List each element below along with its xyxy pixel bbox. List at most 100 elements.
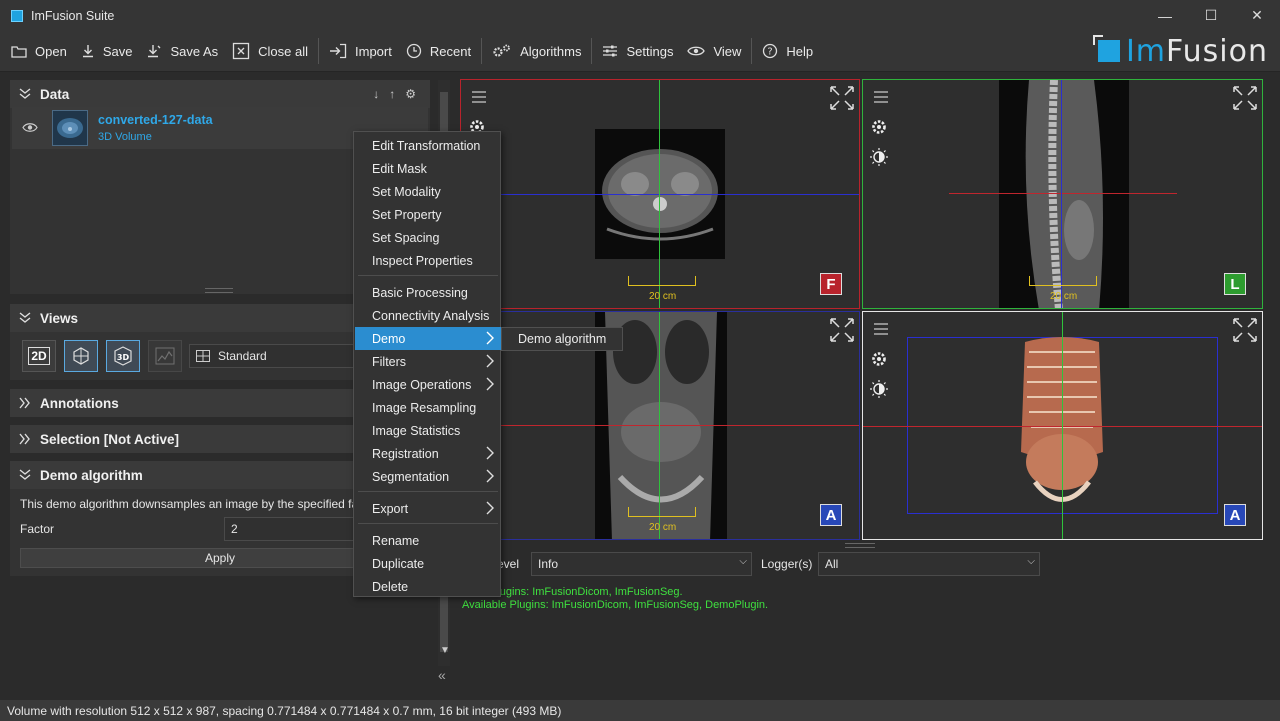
scale-bar [1029,276,1097,286]
view-mpr-button[interactable] [64,340,98,372]
view-label: View [713,43,742,59]
move-up-icon[interactable]: ↑ [389,87,395,101]
log-level-select[interactable]: Info ⌵ [531,552,752,576]
maximize-viewport-icon[interactable] [1232,317,1258,343]
logger-label: Logger(s) [761,557,813,571]
save-as-button[interactable]: Save As [139,33,225,69]
menu-item-filters[interactable]: Filters [355,350,501,373]
save-button[interactable]: Save [74,33,140,69]
settings-button[interactable]: Settings [595,33,680,69]
gears-icon [493,44,510,57]
maximize-viewport-icon[interactable] [829,85,855,111]
settings-label: Settings [626,43,674,59]
close-window-button[interactable]: ✕ [1234,0,1280,31]
crosshair-vertical [659,80,660,308]
help-icon: ? [763,43,778,59]
open-label: Open [35,43,67,59]
view-3d-button[interactable]: 3D [106,340,140,372]
menu-item-export[interactable]: Export [355,497,501,520]
main-toolbar: Open Save Save As Close all Import Recen… [0,31,1280,72]
menu-item-demo[interactable]: Demo [355,327,501,350]
visibility-eye-icon[interactable] [22,122,38,133]
orientation-marker: L [1224,273,1246,295]
chevron-right-icon [486,354,494,368]
logo-mark-icon [1092,35,1120,62]
menu-item-image-resampling[interactable]: Image Resampling [355,396,501,419]
menu-item-edit-transformation[interactable]: Edit Transformation [355,134,501,157]
crosshair-vertical [659,312,660,539]
gear-icon[interactable] [870,350,888,368]
logger-select[interactable]: All ⌵ [818,552,1040,576]
menu-item-inspect-properties[interactable]: Inspect Properties [355,249,501,272]
minimize-button[interactable]: — [1142,0,1188,31]
chevron-down-icon [10,88,40,100]
menu-item-set-modality[interactable]: Set Modality [355,180,501,203]
menu-item-image-operations[interactable]: Image Operations [355,373,501,396]
menu-item-segmentation[interactable]: Segmentation [355,465,501,488]
gear-icon[interactable]: ⚙ [405,87,416,101]
imfusion-logo: ImFusion [1092,33,1268,69]
view-plot-button[interactable] [148,340,182,372]
menu-item-basic-processing[interactable]: Basic Processing [355,281,501,304]
chart-icon [155,347,175,365]
svg-text:3D: 3D [117,353,130,362]
menu-item-edit-mask[interactable]: Edit Mask [355,157,501,180]
menu-icon[interactable] [873,90,889,104]
view-2d-button[interactable]: 2D [22,340,56,372]
scroll-down-icon[interactable]: ▼ [440,645,450,656]
save-as-icon [148,45,161,58]
menu-icon[interactable] [471,90,487,104]
menu-item-delete[interactable]: Delete [355,575,501,598]
maximize-viewport-icon[interactable] [1232,85,1258,111]
open-button[interactable]: Open [4,33,74,69]
3d-viewport[interactable]: A [862,311,1263,540]
view-button[interactable]: View [680,33,748,69]
save-as-label: Save As [170,43,219,59]
sliders-icon [603,45,618,57]
window-controls: — ☐ ✕ [1142,0,1280,31]
axial-viewport[interactable]: 20 cm F [460,79,860,309]
logo-text: ImFusion [1125,33,1268,69]
splitter-handle[interactable] [205,288,233,293]
data-panel-header[interactable]: Data ↓ ↑ ⚙ [10,80,430,108]
data-item-name: converted-127-data [98,113,213,127]
toolbar-separator [318,38,320,64]
menu-item-rename[interactable]: Rename [355,529,501,552]
log-line: Available Plugins: ImFusionDicom, ImFusi… [462,599,769,611]
data-panel-title: Data [40,86,70,102]
recent-button[interactable]: Recent [399,33,478,69]
collapse-left-icon[interactable]: « [438,667,446,683]
menu-item-set-spacing[interactable]: Set Spacing [355,226,501,249]
menu-icon[interactable] [873,322,889,336]
chevron-right-icon [486,501,494,515]
maximize-button[interactable]: ☐ [1188,0,1234,31]
import-button[interactable]: Import [322,33,399,69]
layout-select-value: Standard [218,349,267,363]
menu-item-image-statistics[interactable]: Image Statistics [355,419,501,442]
gear-icon[interactable] [870,118,888,136]
demo-submenu-item[interactable]: Demo algorithm [501,327,623,351]
log-line: Plugins: ImFusionDicom, ImFusionSeg. [490,586,683,598]
move-down-icon[interactable]: ↓ [373,87,379,101]
svg-text:?: ? [768,47,773,58]
orientation-marker: F [820,273,842,295]
contrast-icon[interactable] [869,147,889,167]
algorithms-button[interactable]: Algorithms [485,33,588,69]
close-all-button[interactable]: Close all [225,33,315,69]
menu-item-set-property[interactable]: Set Property [355,203,501,226]
scale-bar [628,507,696,517]
splitter-handle[interactable] [845,543,875,548]
sagittal-viewport[interactable]: 20 cm L [862,79,1263,309]
menu-separator [358,275,498,276]
crosshair-horizontal [949,193,1177,194]
menu-item-registration[interactable]: Registration [355,442,501,465]
contrast-icon[interactable] [869,379,889,399]
menu-item-duplicate[interactable]: Duplicate [355,552,501,575]
eye-icon [687,46,706,56]
title-bar: ImFusion Suite — ☐ ✕ [0,0,1280,31]
menu-item-connectivity-analysis[interactable]: Connectivity Analysis [355,304,501,327]
cube-3d-icon: 3D [114,346,132,366]
menu-separator [358,523,498,524]
maximize-viewport-icon[interactable] [829,317,855,343]
help-button[interactable]: ? Help [755,33,820,69]
